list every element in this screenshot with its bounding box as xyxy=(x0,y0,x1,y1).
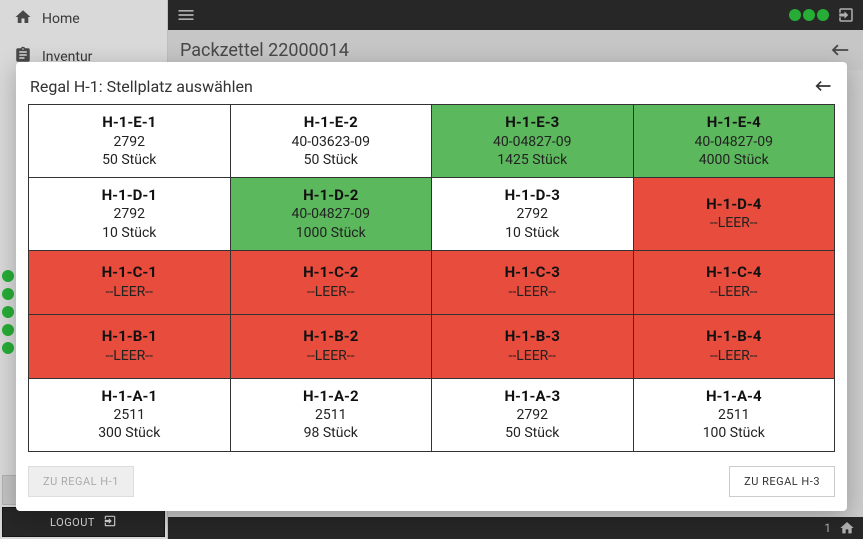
slot-article: --LEER-- xyxy=(710,214,758,232)
slot-article: 40-04827-09 xyxy=(291,205,370,223)
slot-qty: 98 Stück xyxy=(304,424,358,442)
slot-name: H-1-A-3 xyxy=(504,387,560,407)
slot-article: 2792 xyxy=(517,406,548,424)
slot-cell[interactable]: H-1-D-1279210 Stück xyxy=(29,177,230,250)
slot-cell[interactable]: H-1-B-4--LEER-- xyxy=(633,314,835,378)
slot-article: 2792 xyxy=(517,205,548,223)
slot-qty: 1425 Stück xyxy=(497,151,567,169)
next-shelf-label: ZU REGAL H-3 xyxy=(744,475,820,488)
slot-name: H-1-C-2 xyxy=(303,263,358,283)
slot-article: --LEER-- xyxy=(508,283,556,301)
slot-article: 2792 xyxy=(114,133,145,151)
slot-name: H-1-D-4 xyxy=(706,195,761,215)
slot-name: H-1-C-3 xyxy=(505,263,560,283)
slot-article: 40-04827-09 xyxy=(493,133,572,151)
slot-name: H-1-E-2 xyxy=(304,113,358,133)
slot-name: H-1-B-4 xyxy=(706,327,761,347)
slot-qty: 10 Stück xyxy=(102,224,156,242)
slot-cell[interactable]: H-1-B-3--LEER-- xyxy=(431,314,633,378)
slot-name: H-1-A-1 xyxy=(101,387,157,407)
modal-back-button[interactable] xyxy=(813,76,833,96)
modal-title: Regal H-1: Stellplatz auswählen xyxy=(30,77,253,96)
slot-cell[interactable]: H-1-B-1--LEER-- xyxy=(29,314,230,378)
slot-article: --LEER-- xyxy=(710,283,758,301)
prev-shelf-button: ZU REGAL H-1 xyxy=(28,466,134,497)
slot-grid: H-1-E-1279250 StückH-1-E-240-03623-0950 … xyxy=(28,104,835,452)
slot-article: --LEER-- xyxy=(105,347,153,365)
slot-name: H-1-D-3 xyxy=(505,186,560,206)
slot-name: H-1-A-4 xyxy=(706,387,762,407)
slot-article: --LEER-- xyxy=(105,283,153,301)
slot-qty: 50 Stück xyxy=(102,151,156,169)
slot-cell[interactable]: H-1-A-2251198 Stück xyxy=(230,378,432,451)
slot-name: H-1-E-3 xyxy=(505,113,559,133)
slot-article: 2511 xyxy=(315,406,346,424)
slot-qty: 300 Stück xyxy=(98,424,160,442)
slot-name: H-1-E-4 xyxy=(707,113,761,133)
slot-cell[interactable]: H-1-B-2--LEER-- xyxy=(230,314,432,378)
slot-cell[interactable]: H-1-E-240-03623-0950 Stück xyxy=(230,105,432,177)
slot-cell[interactable]: H-1-D-240-04827-091000 Stück xyxy=(230,177,432,250)
slot-cell[interactable]: H-1-D-3279210 Stück xyxy=(431,177,633,250)
slot-qty: 50 Stück xyxy=(505,424,559,442)
slot-name: H-1-C-1 xyxy=(102,263,157,283)
slot-article: --LEER-- xyxy=(710,347,758,365)
next-shelf-button[interactable]: ZU REGAL H-3 xyxy=(729,466,835,497)
slot-cell[interactable]: H-1-E-1279250 Stück xyxy=(29,105,230,177)
slot-name: H-1-B-2 xyxy=(303,327,358,347)
slot-qty: 10 Stück xyxy=(505,224,559,242)
slot-article: 2511 xyxy=(718,406,749,424)
slot-name: H-1-A-2 xyxy=(303,387,359,407)
slot-article: 2792 xyxy=(114,205,145,223)
slot-article: 40-04827-09 xyxy=(694,133,773,151)
slot-cell[interactable]: H-1-E-340-04827-091425 Stück xyxy=(431,105,633,177)
slot-article: 2511 xyxy=(114,406,145,424)
slot-name: H-1-D-1 xyxy=(102,186,157,206)
slot-name: H-1-B-3 xyxy=(505,327,560,347)
slot-article: --LEER-- xyxy=(307,283,355,301)
slot-cell[interactable]: H-1-C-3--LEER-- xyxy=(431,250,633,314)
slot-article: 40-03623-09 xyxy=(291,133,370,151)
slot-name: H-1-C-4 xyxy=(706,263,761,283)
slot-name: H-1-D-2 xyxy=(303,186,358,206)
slot-cell[interactable]: H-1-C-2--LEER-- xyxy=(230,250,432,314)
slot-qty: 1000 Stück xyxy=(296,224,366,242)
slot-cell[interactable]: H-1-A-3279250 Stück xyxy=(431,378,633,451)
slot-cell[interactable]: H-1-A-12511300 Stück xyxy=(29,378,230,451)
slot-article: --LEER-- xyxy=(307,347,355,365)
slot-cell[interactable]: H-1-C-4--LEER-- xyxy=(633,250,835,314)
slot-cell[interactable]: H-1-A-42511100 Stück xyxy=(633,378,835,451)
slot-qty: 100 Stück xyxy=(703,424,765,442)
slot-qty: 50 Stück xyxy=(304,151,358,169)
slot-qty: 4000 Stück xyxy=(699,151,769,169)
slot-name: H-1-E-1 xyxy=(102,113,156,133)
slot-cell[interactable]: H-1-C-1--LEER-- xyxy=(29,250,230,314)
slot-cell[interactable]: H-1-E-440-04827-094000 Stück xyxy=(633,105,835,177)
slot-cell[interactable]: H-1-D-4--LEER-- xyxy=(633,177,835,250)
slot-article: --LEER-- xyxy=(508,347,556,365)
prev-shelf-label: ZU REGAL H-1 xyxy=(43,475,119,488)
slot-name: H-1-B-1 xyxy=(102,327,157,347)
slot-select-modal: Regal H-1: Stellplatz auswählen H-1-E-12… xyxy=(16,62,847,511)
